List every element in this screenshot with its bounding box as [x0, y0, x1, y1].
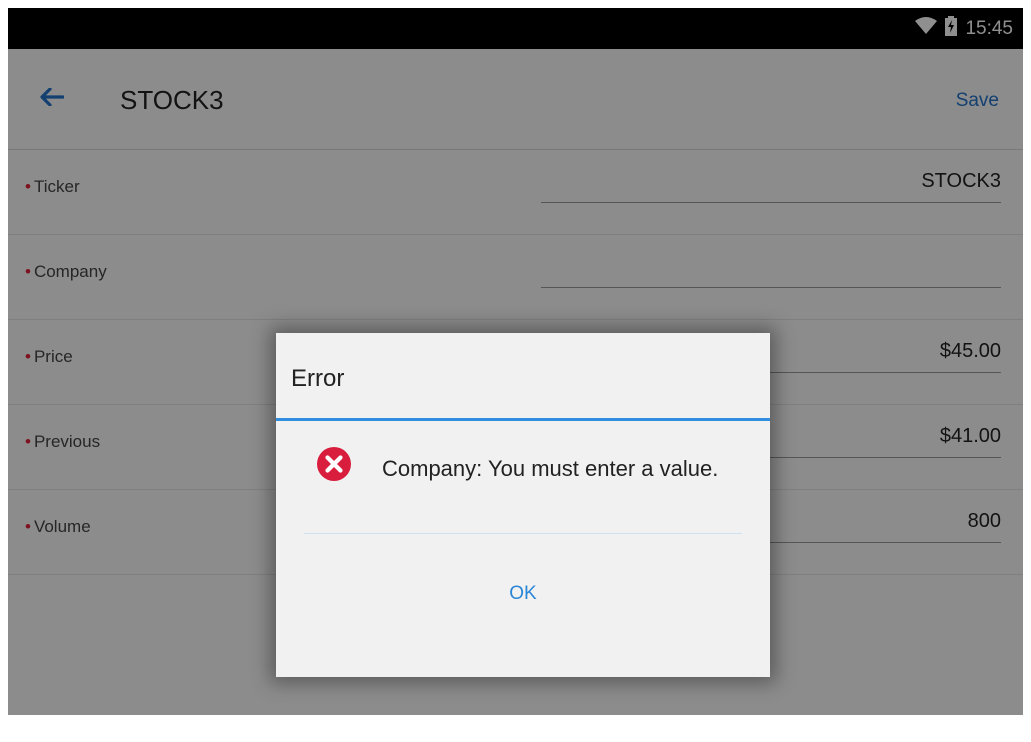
- ok-button[interactable]: OK: [276, 583, 770, 605]
- dialog-message: Company: You must enter a value.: [382, 456, 719, 481]
- dialog-title: Error: [291, 365, 345, 392]
- error-dialog: Error Company: You must enter a value. O…: [276, 333, 770, 677]
- dialog-separator: [304, 533, 742, 534]
- dialog-title-divider: [276, 418, 770, 421]
- device-screen: 15:45 STOCK3 Save • Ticker STOCK3 • Compan…: [8, 8, 1023, 715]
- error-x-icon: [316, 446, 352, 482]
